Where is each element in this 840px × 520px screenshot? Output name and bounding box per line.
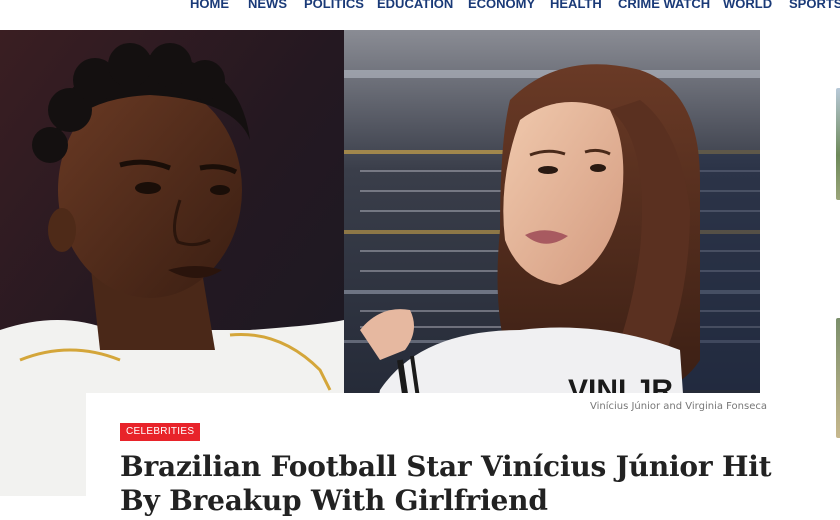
nav-item-politics[interactable]: POLITICS (304, 0, 364, 11)
nav-item-economy[interactable]: ECONOMY (468, 0, 535, 11)
nav-item-sports[interactable]: SPORTS (789, 0, 840, 11)
sidebar-thumbnail[interactable] (836, 318, 840, 438)
nav-item-health[interactable]: HEALTH (550, 0, 602, 11)
category-badge[interactable]: CELEBRITIES (120, 423, 201, 441)
nav-item-world[interactable]: WORLD (723, 0, 772, 11)
image-caption: Vinícius Júnior and Virginia Fonseca (589, 401, 767, 412)
article-title: Brazilian Football Star Vinícius Júnior … (120, 450, 772, 517)
page: HOME NEWS POLITICS EDUCATION ECONOMY HEA… (0, 0, 840, 520)
nav-item-home[interactable]: HOME (190, 0, 229, 11)
nav-item-news[interactable]: NEWS (248, 0, 287, 11)
main-nav: HOME NEWS POLITICS EDUCATION ECONOMY HEA… (0, 0, 840, 14)
nav-item-crime-watch[interactable]: CRIME WATCH (618, 0, 710, 11)
sidebar-thumbnail[interactable] (836, 88, 840, 200)
nav-item-education[interactable]: EDUCATION (377, 0, 453, 11)
